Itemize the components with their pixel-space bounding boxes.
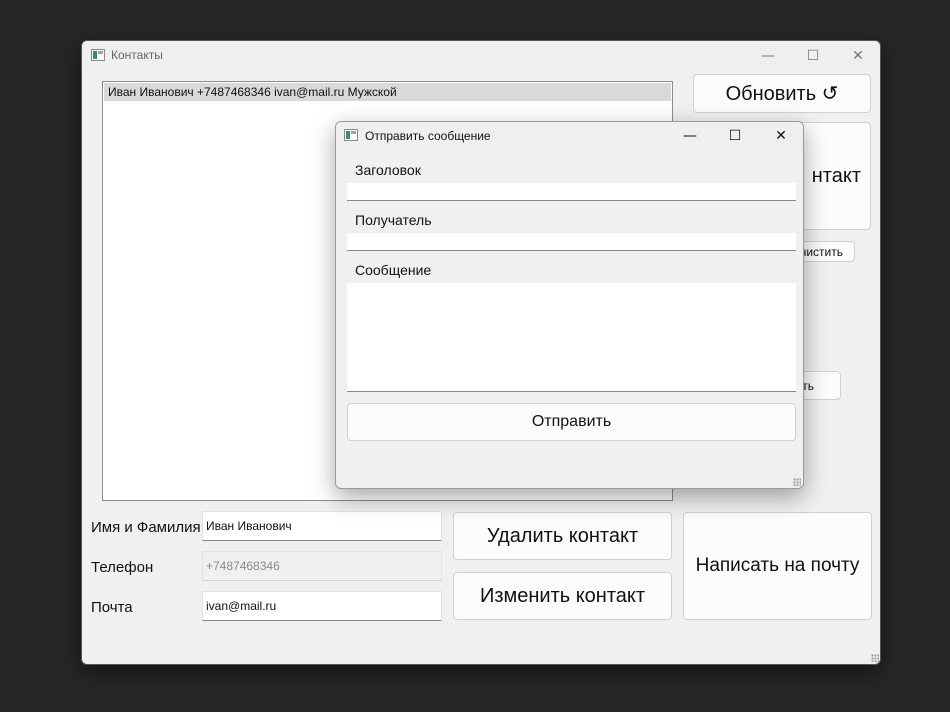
send-button[interactable]: Отправить xyxy=(347,403,796,441)
minimize-icon[interactable]: — xyxy=(746,42,790,70)
resize-grip-icon[interactable] xyxy=(871,654,879,662)
dialog-title: Отправить сообщение xyxy=(365,129,491,143)
dialog-app-icon xyxy=(344,129,358,141)
refresh-button[interactable]: Обновить ↺ xyxy=(693,74,871,113)
write-email-button[interactable]: Написать на почту xyxy=(683,512,872,620)
list-item[interactable]: Иван Иванович +7487468346 ivan@mail.ru М… xyxy=(104,83,671,101)
phone-input: +7487468346 xyxy=(202,551,442,581)
phone-label: Телефон xyxy=(91,559,154,576)
edit-contact-button[interactable]: Изменить контакт xyxy=(453,572,672,620)
close-icon[interactable]: ✕ xyxy=(836,42,880,70)
delete-contact-button[interactable]: Удалить контакт xyxy=(453,512,672,560)
name-label: Имя и Фамилия xyxy=(91,519,201,536)
recipient-label: Получатель xyxy=(355,212,432,228)
message-textarea[interactable] xyxy=(347,283,796,392)
dialog-maximize-icon[interactable]: ☐ xyxy=(713,122,757,150)
app-icon xyxy=(91,49,105,61)
dialog-resize-grip-icon[interactable] xyxy=(793,478,801,486)
window-title: Контакты xyxy=(111,48,163,62)
send-message-dialog: Отправить сообщение — ☐ ✕ Заголовок Полу… xyxy=(335,121,804,489)
dialog-close-icon[interactable]: ✕ xyxy=(759,122,803,150)
email-label: Почта xyxy=(91,599,133,616)
name-input[interactable]: Иван Иванович xyxy=(202,511,442,541)
subject-input[interactable] xyxy=(347,183,796,201)
maximize-icon[interactable]: ☐ xyxy=(791,42,835,70)
dialog-minimize-icon[interactable]: — xyxy=(668,122,712,150)
email-input[interactable]: ivan@mail.ru xyxy=(202,591,442,621)
recipient-input[interactable] xyxy=(347,233,796,251)
dialog-title-bar[interactable]: Отправить сообщение — ☐ ✕ xyxy=(336,122,803,152)
message-label: Сообщение xyxy=(355,262,432,278)
title-bar[interactable]: Контакты — ☐ ✕ xyxy=(82,41,880,71)
subject-label: Заголовок xyxy=(355,162,421,178)
